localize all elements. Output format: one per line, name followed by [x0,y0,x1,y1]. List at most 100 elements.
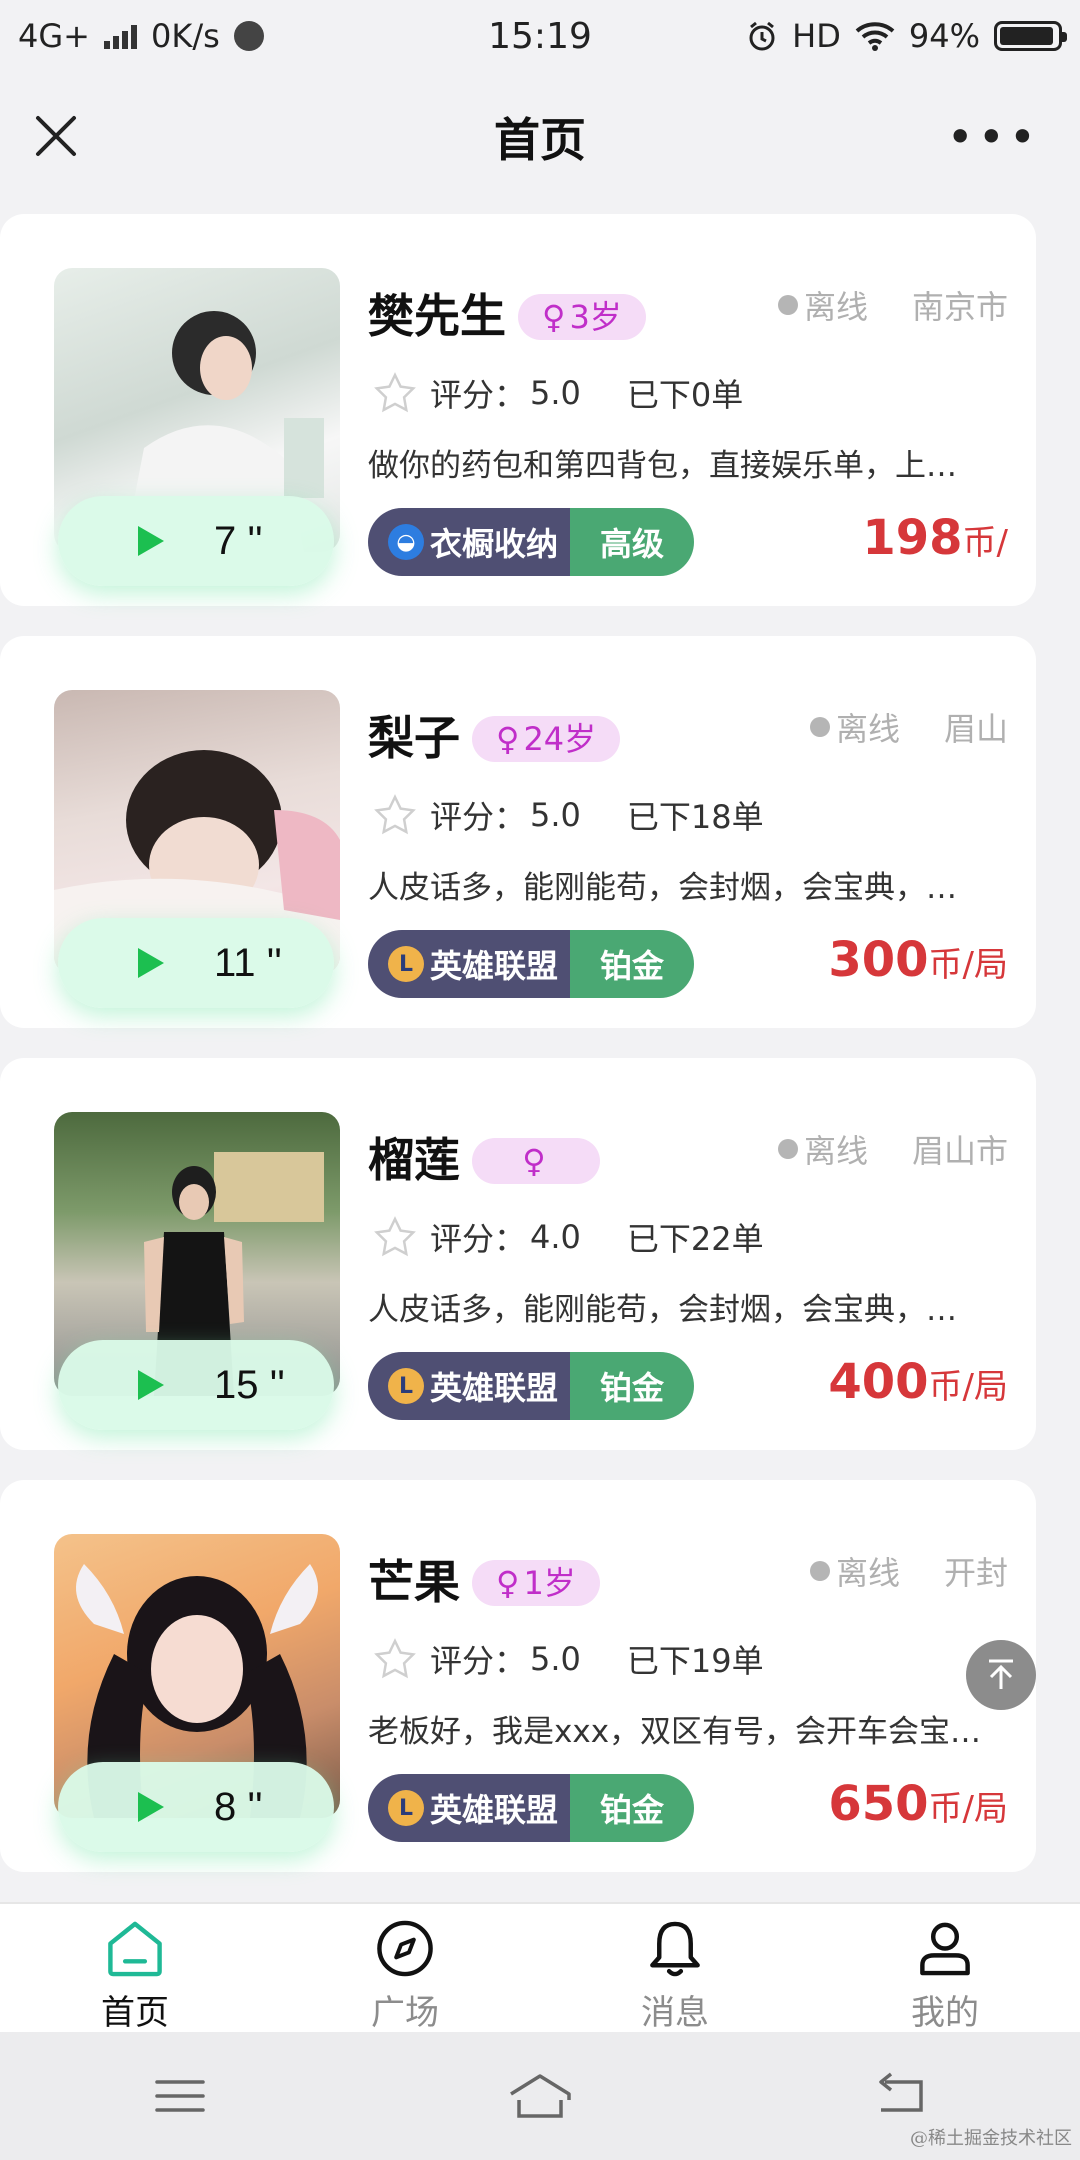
companion-card[interactable]: 11 '' 梨子 ♀ 24岁 离线 眉山 评分： 5.0 已下18单 人皮话多，… [0,636,1036,1028]
age-label: 24岁 [523,720,597,758]
order-count: 已下0单 [626,376,744,414]
tab-home[interactable]: 首页 [0,1904,270,2034]
network-type: 4G+ [18,17,90,55]
star-icon [374,1216,416,1257]
city-label: 眉山 [943,710,1008,748]
companion-description: 做你的药包和第四背包，直接娱乐单，上… [368,448,957,484]
companion-card[interactable]: 8 '' 芒果 ♀ 1岁 离线 开封 评分： 5.0 已下19单 老板好，我是x… [0,1480,1036,1872]
tab-label: 广场 [371,1993,439,2033]
watermark: @稀土掘金技术社区 [910,2128,1072,2149]
online-status: 离线 [778,282,868,328]
voice-play-button[interactable]: 7 '' [58,496,334,586]
skill-level: 铂金 [570,930,695,998]
more-options-icon[interactable]: ••• [947,114,1040,160]
planet-icon [233,21,264,51]
companion-name: 樊先生 [368,289,506,343]
age-badge: ♀ 3岁 [518,294,646,340]
alarm-icon [749,21,775,51]
city-label: 开封 [943,1554,1008,1592]
skill-level: 铂金 [570,1774,695,1842]
arrow-up-icon [989,1659,1013,1689]
tab-square[interactable]: 广场 [270,1904,540,2034]
status-label: 离线 [804,288,869,326]
game-tag: L 英雄联盟 铂金 [368,1352,695,1420]
status-bar: 4G+ 0K/s 15:19 HD 94% [0,0,1080,72]
age-badge: ♀ 1岁 [472,1560,600,1606]
voice-duration: 8 '' [214,1784,263,1829]
price-value: 400 [828,1354,929,1410]
status-dot [810,1561,830,1581]
home-button-icon[interactable] [505,2066,575,2126]
voice-play-button[interactable]: 15 '' [58,1340,334,1430]
online-status: 离线 [810,704,900,750]
voice-play-button[interactable]: 11 '' [58,918,334,1008]
game-name-tag: L 英雄联盟 [368,1352,571,1420]
city-label: 南京市 [911,288,1008,326]
status-label: 离线 [836,1554,901,1592]
companion-card[interactable]: 15 '' 榴莲 ♀ 离线 眉山市 评分： 4.0 已下22单 人皮话多，能刚能… [0,1058,1036,1450]
rating-value: 5.0 [530,796,581,834]
bottom-tab-bar: 首页 广场 消息 我的 [0,1902,1080,2034]
online-status: 离线 [810,1548,900,1594]
female-icon: ♀ [496,1564,520,1602]
hd-label: HD [792,17,841,55]
price-value: 650 [828,1776,929,1832]
signal-icon [103,23,137,49]
rating-row: 评分： 4.0 已下22单 [374,1214,764,1260]
order-count: 已下18单 [626,798,764,836]
rating-label: 评分： [430,1220,527,1258]
status-label: 离线 [804,1132,869,1170]
companion-description: 人皮话多，能刚能苟，会封烟，会宝典，… [368,1292,957,1328]
back-icon[interactable] [865,2066,935,2126]
voice-duration: 15 '' [214,1362,285,1407]
companion-name: 芒果 [368,1555,460,1609]
age-badge: ♀ 24岁 [472,716,621,762]
game-name: 英雄联盟 [430,1369,559,1407]
price: 650 币/局 [828,1776,1008,1832]
status-label: 离线 [836,710,901,748]
rating-row: 评分： 5.0 已下0单 [374,370,743,416]
game-tag: L 英雄联盟 铂金 [368,930,695,998]
rating-label: 评分： [430,376,527,414]
status-dot [778,1139,798,1159]
companion-description: 老板好，我是xxx，双区有号，会开车会宝… [368,1714,982,1750]
voice-duration: 11 '' [214,940,282,985]
star-icon [374,1638,416,1679]
companion-card[interactable]: 7 '' 樊先生 ♀ 3岁 离线 南京市 评分： 5.0 已下0单 做你的药包和… [0,214,1036,606]
battery-icon [994,21,1067,51]
rating-row: 评分： 5.0 已下19单 [374,1636,764,1682]
lol-logo-icon: L [388,1368,424,1404]
tab-label: 消息 [641,1993,709,2033]
female-icon: ♀ [496,720,520,758]
status-left: 4G+ 0K/s [18,17,264,55]
game-tag: L 英雄联盟 铂金 [368,1774,695,1842]
clock: 15:19 [488,15,592,57]
game-name: 英雄联盟 [430,1791,559,1829]
compass-icon [377,1920,433,1977]
lol-logo-icon: L [388,1790,424,1826]
voice-play-button[interactable]: 8 '' [58,1762,334,1852]
game-tag: ◒ 衣橱收纳 高级 [368,508,695,576]
female-icon: ♀ [522,1142,546,1180]
menu-icon[interactable] [145,2066,215,2126]
price: 300 币/局 [828,932,1008,988]
back-to-top-button[interactable] [966,1640,1036,1710]
battery-percent: 94% [908,17,980,55]
rating-value: 4.0 [530,1218,581,1256]
city-label: 眉山市 [911,1132,1008,1170]
bell-icon [650,1921,700,1977]
price-unit: 币/局 [928,945,1008,985]
play-icon [138,1792,164,1822]
close-icon[interactable] [30,110,82,162]
price-unit: 币/局 [928,1367,1008,1407]
skill-level: 铂金 [570,1352,695,1420]
tab-profile[interactable]: 我的 [810,1904,1080,2034]
status-right: HD 94% [746,17,1067,55]
price: 400 币/局 [828,1354,1008,1410]
female-icon: ♀ [542,298,566,336]
user-icon [920,1922,970,1976]
tab-messages[interactable]: 消息 [540,1904,810,2034]
rating-row: 评分： 5.0 已下18单 [374,792,764,838]
rating-label: 评分： [430,798,527,836]
status-dot [810,717,830,737]
